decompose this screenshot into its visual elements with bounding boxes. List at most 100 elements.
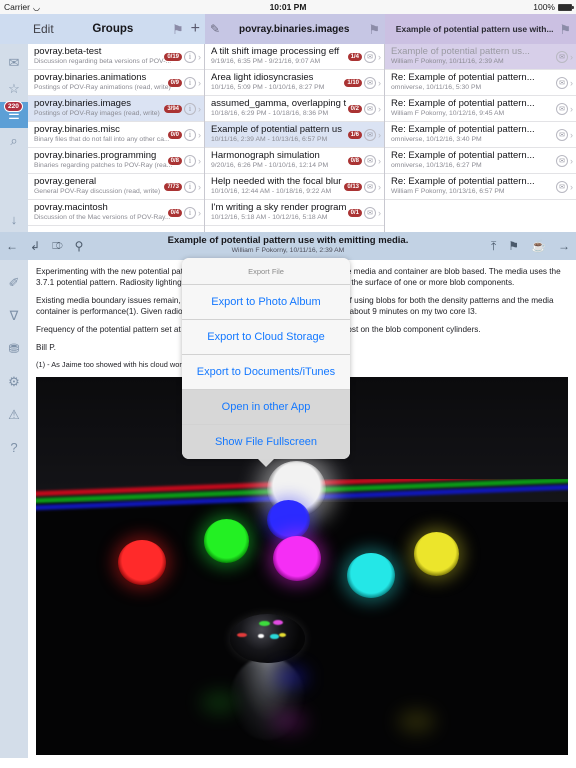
status-bar: Carrier ◡ 10:01 PM 100% <box>0 0 576 14</box>
info-icon[interactable]: i <box>184 102 196 115</box>
thread-title: povray.binaries.images <box>238 23 350 35</box>
list-item-text: Example of potential pattern us 10/11/16,… <box>211 125 358 144</box>
list-item-text: Help needed with the focal blur 10/10/16,… <box>211 177 354 196</box>
thread-tree-icon[interactable]: ⎄ <box>52 241 63 252</box>
chevron-right-icon: › <box>198 207 201 218</box>
three-column-region: ✉ ☆ 220 ☰ ⌕ ↓ povray.beta-test Discussion rega… <box>0 44 576 232</box>
blob-floor-glow-magenta <box>270 709 308 733</box>
database-icon[interactable]: ⛃ <box>0 332 28 365</box>
messages-list[interactable]: Example of potential pattern us... Willia… <box>385 44 576 232</box>
plus-icon[interactable]: + <box>191 21 200 37</box>
reply-arrow-icon[interactable]: ↲ <box>30 239 40 253</box>
action-sheet-item[interactable]: Open in other App <box>182 390 350 425</box>
list-item[interactable]: Re: Example of potential pattern... omniv… <box>385 148 576 174</box>
message-icon[interactable]: ✉ <box>556 102 568 115</box>
flag-icon[interactable]: ⚑ <box>508 239 519 253</box>
list-item[interactable]: Example of potential pattern us 10/11/16,… <box>205 122 384 148</box>
threads-list[interactable]: A tilt shift image processing eff 9/19/16… <box>205 44 385 232</box>
action-sheet-item[interactable]: Export to Cloud Storage <box>182 320 350 355</box>
orb-yellow <box>413 532 459 576</box>
list-item[interactable]: A tilt shift image processing eff 9/19/16… <box>205 44 384 70</box>
inbox-icon[interactable]: ✉ <box>0 50 28 76</box>
list-item-title: A tilt shift image processing eff <box>211 46 340 57</box>
message-icon[interactable]: ✉ <box>556 76 568 89</box>
list-item[interactable]: povray.binaries.animations Postings of PO… <box>28 70 204 96</box>
specular-red <box>237 632 247 638</box>
groups-list[interactable]: povray.beta-test Discussion regarding bet… <box>28 44 205 232</box>
chevron-right-icon: › <box>198 77 201 88</box>
list-item[interactable]: assumed_gamma, overlapping t 10/18/16, 6:… <box>205 96 384 122</box>
list-item[interactable]: Harmonograph simulation 9/20/16, 6:26 PM … <box>205 148 384 174</box>
arrow-right-icon[interactable]: → <box>558 239 570 253</box>
info-icon[interactable]: i <box>184 154 196 167</box>
detail-subtitle: William F Pokorny, 10/11/16, 2:39 AM <box>231 246 345 254</box>
list-item-title: Example of potential pattern us <box>211 124 342 135</box>
warning-icon[interactable]: ⚠ <box>0 398 28 431</box>
info-icon[interactable]: i <box>184 50 196 63</box>
message-icon[interactable]: ✉ <box>364 206 376 219</box>
list-item[interactable]: povray.macintosh Discussion of the Mac ve… <box>28 200 204 226</box>
list-item[interactable]: Help needed with the focal blur 10/10/16,… <box>205 174 384 200</box>
list-item[interactable]: Re: Example of potential pattern... Willi… <box>385 96 576 122</box>
list-item[interactable]: I'm writing a sky render program 10/12/16… <box>205 200 384 226</box>
list-item[interactable]: povray.general General POV-Ray discussion… <box>28 174 204 200</box>
star-icon[interactable]: ☆ <box>0 76 28 102</box>
flag-icon[interactable]: ⚑ <box>172 23 184 36</box>
list-item[interactable]: Example of potential pattern us... Willia… <box>385 44 576 70</box>
message-icon[interactable]: ✉ <box>364 50 376 63</box>
chevron-right-icon: › <box>570 51 573 62</box>
download-icon[interactable]: ↓ <box>0 206 28 232</box>
info-icon[interactable]: i <box>184 206 196 219</box>
list-item-subtitle: Discussion regarding beta versions of PO… <box>34 57 172 65</box>
chevron-right-icon: › <box>570 155 573 166</box>
message-icon[interactable]: ✉ <box>556 50 568 63</box>
flag-icon[interactable]: ⚑ <box>368 23 380 36</box>
list-item[interactable]: povray.binaries.images Postings of POV-Ra… <box>28 96 204 122</box>
download-icon-glyph: ↓ <box>10 211 18 227</box>
info-icon[interactable]: i <box>184 76 196 89</box>
message-icon[interactable]: ✉ <box>364 102 376 115</box>
list-item[interactable]: povray.binaries.misc Binary files that do… <box>28 122 204 148</box>
action-sheet-item[interactable]: Export to Photo Album <box>182 285 350 320</box>
pencil-icon[interactable]: ✎ <box>210 22 220 36</box>
filter-icon[interactable]: ∇ <box>0 299 28 332</box>
list-item[interactable]: Area light idiosyncrasies 10/1/16, 5:09 P… <box>205 70 384 96</box>
list-item[interactable]: Re: Example of potential pattern... Willi… <box>385 174 576 200</box>
list-item-subtitle: General POV-Ray discussion (read, write) <box>34 187 161 195</box>
chevron-right-icon: › <box>378 77 381 88</box>
export-action-sheet[interactable]: Export File Export to Photo Album Export … <box>182 258 350 467</box>
search-icon[interactable]: ⚲ <box>75 239 84 253</box>
list-item[interactable]: povray.beta-test Discussion regarding bet… <box>28 44 204 70</box>
info-icon[interactable]: i <box>184 128 196 141</box>
list-item[interactable]: povray.binaries.programming Binaries rega… <box>28 148 204 174</box>
chevron-right-icon: › <box>198 155 201 166</box>
trash-icon[interactable]: ☕ <box>531 239 546 253</box>
share-icon[interactable]: ⤒ <box>491 239 496 254</box>
compose-icon[interactable]: ✐ <box>0 266 28 299</box>
list-item[interactable]: Re: Example of potential pattern... omniv… <box>385 70 576 96</box>
message-icon[interactable]: ✉ <box>364 76 376 89</box>
message-icon[interactable]: ✉ <box>364 128 376 141</box>
list-item-title: povray.binaries.images <box>34 98 131 109</box>
message-icon[interactable]: ✉ <box>556 128 568 141</box>
search-icon[interactable]: ⌕ <box>0 128 28 154</box>
info-icon[interactable]: i <box>184 180 196 193</box>
list-item-title: povray.beta-test <box>34 46 102 57</box>
list-item[interactable]: Re: Example of potential pattern... omniv… <box>385 122 576 148</box>
action-sheet-item[interactable]: Show File Fullscreen <box>182 425 350 459</box>
message-icon[interactable]: ✉ <box>556 180 568 193</box>
message-icon[interactable]: ✉ <box>556 154 568 167</box>
help-icon[interactable]: ? <box>0 431 28 464</box>
specular-yellow <box>278 632 287 638</box>
groups-list-icon[interactable]: 220 ☰ <box>0 101 35 128</box>
list-item-subtitle: William F Pokorny, 10/12/16, 9:45 AM <box>391 109 505 117</box>
edit-button[interactable]: Edit <box>33 22 54 36</box>
message-icon[interactable]: ✉ <box>364 154 376 167</box>
gear-icon[interactable]: ⚙ <box>0 365 28 398</box>
detail-toolbar-title-block: Example of potential pattern use with em… <box>0 235 576 255</box>
arrow-left-icon[interactable]: ← <box>6 239 18 253</box>
flag-icon[interactable]: ⚑ <box>559 23 571 36</box>
action-sheet-item[interactable]: Export to Documents/iTunes <box>182 355 350 390</box>
orb-magenta <box>272 536 321 582</box>
message-icon[interactable]: ✉ <box>364 180 376 193</box>
